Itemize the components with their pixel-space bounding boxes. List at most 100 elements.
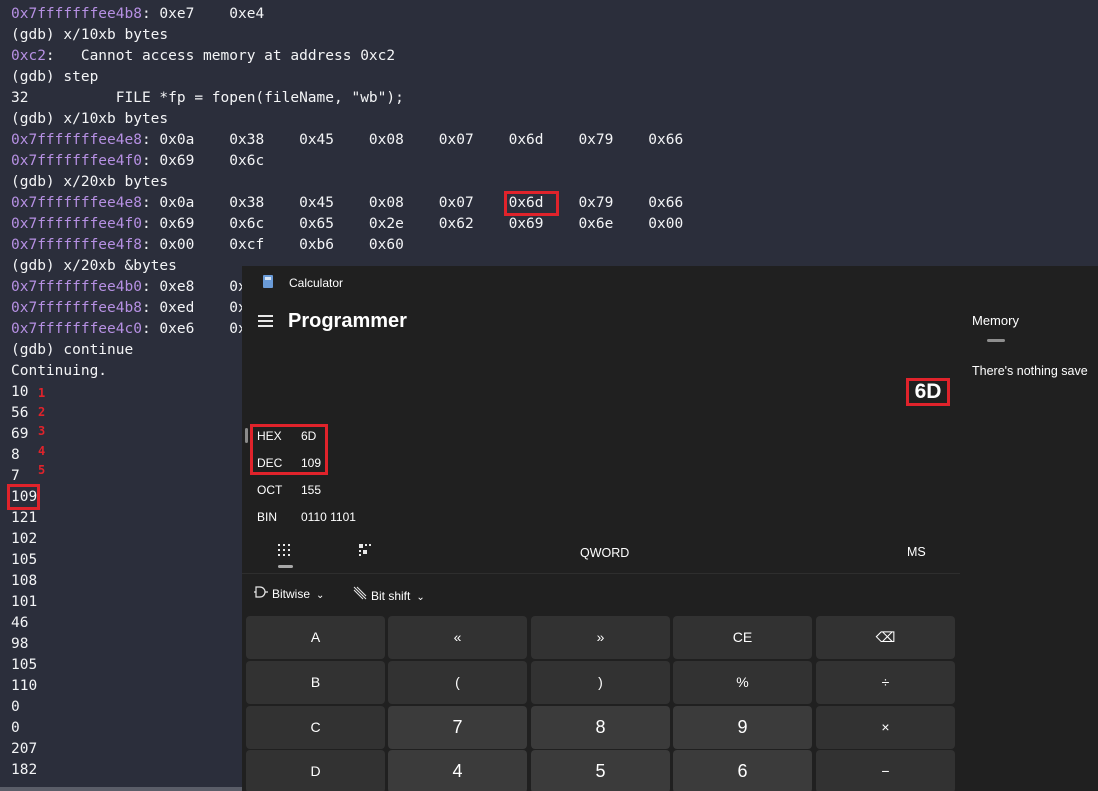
memory-address: 0x7fffffffee4e8 [11, 132, 142, 148]
memory-empty-text: There's nothing save [972, 364, 1088, 378]
chevron-down-icon: ⌄ [416, 592, 425, 603]
bitwise-dropdown[interactable]: Bitwise ⌄ [254, 586, 324, 601]
terminal-line: 10 [11, 382, 28, 403]
terminal-line: 0x7fffffffee4f8: 0x00 0xcf 0xb6 0x60 [11, 235, 404, 256]
key-lsh[interactable]: « [388, 616, 527, 659]
terminal-line: 105 [11, 655, 37, 676]
terminal-line: 0x7fffffffee4b0: 0xe8 0x [11, 277, 247, 298]
key-ce[interactable]: CE [673, 616, 812, 659]
terminal-text: 46 [11, 615, 29, 631]
key-5[interactable]: 5 [531, 750, 670, 791]
terminal-line: 0x7fffffffee4c0: 0xe6 0x [11, 319, 247, 340]
key-rparen[interactable]: ) [531, 661, 670, 704]
terminal-text: : 0xe7 0xe4 [141, 6, 265, 22]
terminal-text: (gdb) x/10xb bytes [11, 111, 169, 127]
memory-address: 0x7fffffffee4b8 [11, 300, 142, 316]
key-d[interactable]: D [246, 750, 385, 791]
terminal-line: 121 [11, 508, 37, 529]
terminal-line: 0x7fffffffee4e8: 0x0a 0x38 0x45 0x08 0x0… [11, 193, 683, 214]
terminal-line: (gdb) x/10xb bytes [11, 25, 168, 46]
result-display: 6D [906, 378, 950, 406]
key-mod[interactable]: % [673, 661, 812, 704]
key-8[interactable]: 8 [531, 706, 670, 749]
terminal-line: 0x7fffffffee4f0: 0x69 0x6c 0x65 0x2e 0x6… [11, 214, 683, 235]
annotation-number: 1 [38, 386, 46, 400]
terminal-text: (gdb) x/10xb bytes [11, 27, 169, 43]
word-size-button[interactable]: QWORD [580, 546, 629, 560]
terminal-text: 207 [11, 741, 38, 757]
terminal-text: 0 [11, 699, 20, 715]
terminal-scrollbar[interactable] [0, 787, 242, 791]
terminal-line: 182 [11, 760, 37, 781]
key-rsh[interactable]: » [531, 616, 670, 659]
terminal-line: 102 [11, 529, 37, 550]
full-keypad-icon[interactable] [278, 543, 290, 559]
terminal-text: 69 [11, 426, 29, 442]
terminal-text: 105 [11, 552, 38, 568]
terminal-text: 121 [11, 510, 38, 526]
terminal-line: 110 [11, 676, 37, 697]
menu-icon[interactable] [258, 315, 274, 327]
key-backspace[interactable]: ⌫ [816, 616, 955, 659]
key-lparen[interactable]: ( [388, 661, 527, 704]
key-c[interactable]: C [246, 706, 385, 749]
terminal-line: 0 [11, 718, 20, 739]
chevron-down-icon: ⌄ [316, 590, 325, 601]
bitwise-icon [254, 586, 272, 601]
bitshift-label: Bit shift [371, 589, 411, 603]
highlight-109 [7, 484, 40, 510]
terminal-text: 101 [11, 594, 38, 610]
terminal-line: 0 [11, 697, 20, 718]
radix-label: DEC [257, 456, 283, 470]
window-title: Calculator [289, 276, 344, 290]
memory-tab-indicator [987, 339, 1005, 342]
terminal-text: : 0xe6 0x [141, 321, 247, 337]
radix-label: OCT [257, 483, 283, 497]
tab-active-indicator [278, 565, 293, 568]
terminal-line: 108 [11, 571, 37, 592]
terminal-text: 98 [11, 636, 29, 652]
key-6[interactable]: 6 [673, 750, 812, 791]
radix-value: 0110 1101 [301, 510, 356, 524]
key-a[interactable]: A [246, 616, 385, 659]
key-7[interactable]: 7 [388, 706, 527, 749]
terminal-line: 0x7fffffffee4b8: 0xed 0x [11, 298, 247, 319]
terminal-text: : 0x0a 0x38 0x45 0x08 0x07 0x6d 0x79 0x6… [141, 195, 684, 211]
terminal-line: 0x7fffffffee4e8: 0x0a 0x38 0x45 0x08 0x0… [11, 130, 683, 151]
terminal-line: 0xc2: Cannot access memory at address 0x… [11, 46, 395, 67]
memory-store-button[interactable]: MS [907, 545, 926, 559]
memory-tab[interactable]: Memory [972, 313, 1019, 328]
memory-address: 0x7fffffffee4b0 [11, 279, 142, 295]
terminal-line: (gdb) x/20xb &bytes [11, 256, 177, 277]
terminal-text: : 0x69 0x6c [141, 153, 265, 169]
memory-address: 0x7fffffffee4f8 [11, 237, 142, 253]
key-9[interactable]: 9 [673, 706, 812, 749]
terminal-line: 0x7fffffffee4b8: 0xe7 0xe4 [11, 4, 264, 25]
bit-toggle-keypad-icon[interactable] [359, 543, 371, 559]
bitwise-label: Bitwise [272, 587, 311, 601]
terminal-line: (gdb) step [11, 67, 98, 88]
radix-scrollbar[interactable] [245, 428, 248, 443]
terminal-text: 56 [11, 405, 29, 421]
terminal-text: : 0xed 0x [141, 300, 247, 316]
bitshift-dropdown[interactable]: Bit shift ⌄ [353, 586, 425, 603]
key-divide[interactable]: ÷ [816, 661, 955, 704]
terminal-line: 101 [11, 592, 37, 613]
terminal-line: 98 [11, 634, 28, 655]
terminal-line: 0x7fffffffee4f0: 0x69 0x6c [11, 151, 264, 172]
key-multiply[interactable]: × [816, 706, 955, 749]
terminal-text: 10 [11, 384, 29, 400]
terminal-text: (gdb) x/20xb &bytes [11, 258, 177, 274]
radix-value: 6D [301, 429, 317, 443]
memory-panel: Memory There's nothing save [960, 266, 1098, 791]
terminal-text: 105 [11, 657, 38, 673]
key-4[interactable]: 4 [388, 750, 527, 791]
key-minus[interactable]: − [816, 750, 955, 791]
terminal-text: 108 [11, 573, 38, 589]
terminal-text: 102 [11, 531, 38, 547]
memory-address: 0x7fffffffee4b8 [11, 6, 142, 22]
annotation-number: 2 [38, 405, 46, 419]
key-b[interactable]: B [246, 661, 385, 704]
terminal-text: (gdb) step [11, 69, 99, 85]
terminal-line: 8 [11, 445, 20, 466]
